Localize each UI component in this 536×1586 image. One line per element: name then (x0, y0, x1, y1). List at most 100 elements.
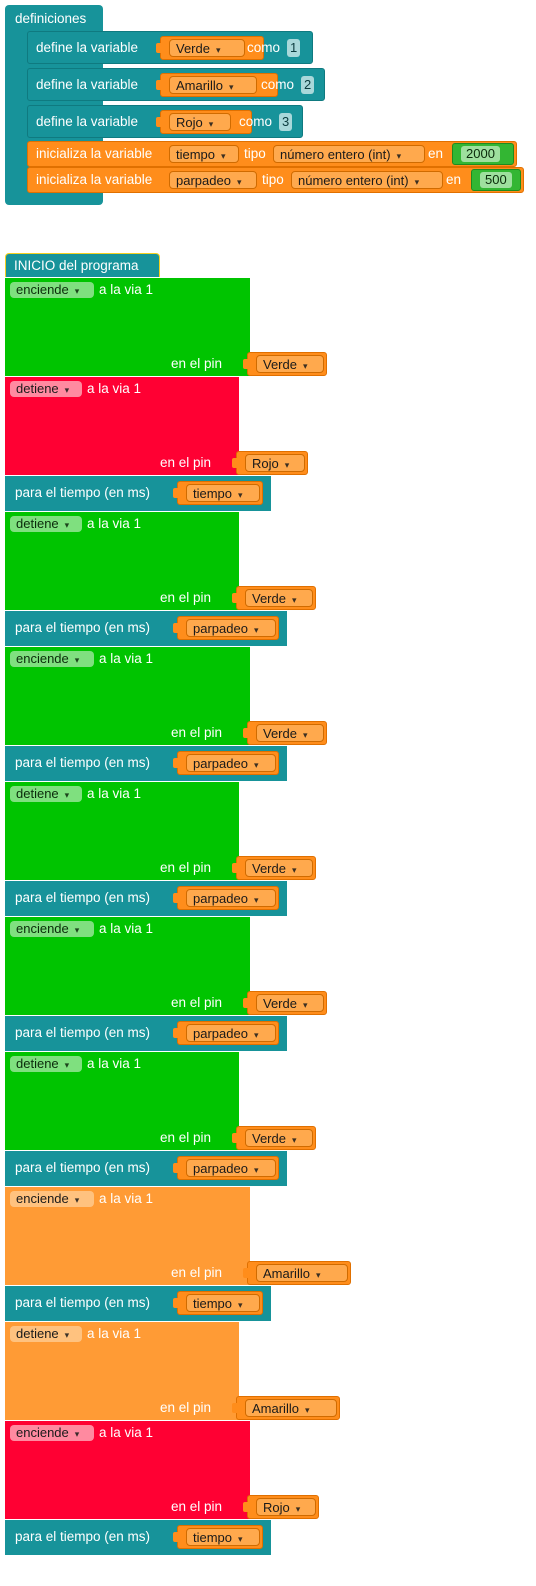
action-dropdown[interactable]: enciende ▾ (10, 1191, 94, 1207)
value-field[interactable]: 3 (279, 113, 293, 131)
chevron-down-icon: ▾ (253, 760, 259, 770)
type-dropdown-tiempo[interactable]: número entero (int) ▾ (273, 145, 425, 163)
pin-slot: Verde ▾ (232, 1126, 316, 1150)
pin-dropdown[interactable]: Rojo ▾ (245, 454, 305, 472)
init-row-tiempo[interactable]: inicializa la variable tiempo ▾ tipo núme… (27, 141, 517, 167)
wait-variable-dropdown[interactable]: parpadeo ▾ (186, 754, 276, 772)
relay-block[interactable]: detiene ▾ a la via 1 en el pin (5, 782, 239, 880)
via-label: a la via 1 (87, 786, 142, 801)
chevron-down-icon: ▾ (414, 177, 420, 187)
type-dropdown-parpadeo[interactable]: número entero (int) ▾ (291, 171, 443, 189)
wait-label: para el tiempo (en ms) (15, 1295, 151, 1310)
pin-dropdown[interactable]: Verde ▾ (245, 1129, 313, 1147)
program-header[interactable]: INICIO del programa (5, 253, 160, 277)
chevron-down-icon: ▾ (74, 1195, 80, 1205)
chevron-down-icon: ▾ (236, 177, 242, 187)
pin-dropdown[interactable]: Verde ▾ (256, 355, 324, 373)
wait-block[interactable]: para el tiempo (en ms) tiempo ▾ (5, 1286, 271, 1321)
wait-variable-dropdown[interactable]: parpadeo ▾ (186, 1159, 276, 1177)
number-input-tiempo[interactable]: 2000 (452, 143, 514, 165)
via-label: a la via 1 (99, 1191, 154, 1206)
pin-dropdown[interactable]: Verde ▾ (256, 724, 324, 742)
wait-block[interactable]: para el tiempo (en ms) parpadeo ▾ (5, 1151, 287, 1186)
wait-block[interactable]: para el tiempo (en ms) tiempo ▾ (5, 1520, 271, 1555)
pin-slot: Rojo ▾ (232, 451, 308, 475)
wait-label: para el tiempo (en ms) (15, 1025, 151, 1040)
wait-block[interactable]: para el tiempo (en ms) parpadeo ▾ (5, 746, 287, 781)
relay-block[interactable]: detiene ▾ a la via 1 en el pin (5, 377, 239, 475)
variable-dropdown-tiempo[interactable]: tiempo ▾ (169, 145, 239, 163)
chevron-down-icon: ▾ (64, 385, 70, 395)
chevron-down-icon: ▾ (221, 151, 226, 161)
relay-block[interactable]: detiene ▾ a la via 1 en el pin (5, 1052, 239, 1150)
define-row-verde[interactable]: define la variable Verde ▾ como 1 (27, 31, 313, 64)
definitions-header: definiciones (15, 11, 87, 26)
pin-dropdown[interactable]: Verde ▾ (245, 859, 313, 877)
chevron-down-icon: ▾ (74, 1429, 80, 1439)
wait-label: para el tiempo (en ms) (15, 890, 151, 905)
number-input-parpadeo[interactable]: 500 (471, 169, 521, 191)
value-field[interactable]: 1 (287, 39, 301, 57)
variable-dropdown-parpadeo[interactable]: parpadeo ▾ (169, 171, 257, 189)
wait-variable-dropdown[interactable]: tiempo ▾ (186, 1294, 260, 1312)
relay-block[interactable]: enciende ▾ a la via 1 en el pin (5, 1421, 250, 1519)
chevron-down-icon: ▾ (291, 595, 297, 605)
action-dropdown[interactable]: detiene ▾ (10, 381, 82, 397)
pin-slot: Verde ▾ (243, 721, 327, 745)
action-dropdown[interactable]: detiene ▾ (10, 516, 82, 532)
action-dropdown[interactable]: enciende ▾ (10, 921, 94, 937)
pin-slot: Verde ▾ (243, 352, 327, 376)
wait-block[interactable]: para el tiempo (en ms) parpadeo ▾ (5, 1016, 287, 1051)
variable-dropdown-rojo[interactable]: Rojo ▾ (169, 113, 231, 131)
wait-var-slot: parpadeo ▾ (173, 886, 279, 910)
wait-variable-dropdown[interactable]: parpadeo ▾ (186, 1024, 276, 1042)
chevron-down-icon: ▾ (253, 625, 259, 635)
action-dropdown[interactable]: detiene ▾ (10, 1326, 82, 1342)
chevron-down-icon: ▾ (64, 790, 70, 800)
wait-label: para el tiempo (en ms) (15, 755, 151, 770)
wait-variable-dropdown[interactable]: tiempo ▾ (186, 1528, 260, 1546)
relay-block[interactable]: enciende ▾ a la via 1 en el pin (5, 1187, 250, 1285)
action-dropdown[interactable]: enciende ▾ (10, 282, 94, 298)
chevron-down-icon: ▾ (291, 1135, 297, 1145)
action-dropdown[interactable]: detiene ▾ (10, 786, 82, 802)
variable-dropdown-verde[interactable]: Verde ▾ (169, 39, 245, 57)
wait-variable-dropdown[interactable]: parpadeo ▾ (186, 619, 276, 637)
pin-dropdown[interactable]: Verde ▾ (245, 589, 313, 607)
chevron-down-icon: ▾ (396, 151, 402, 161)
action-dropdown[interactable]: detiene ▾ (10, 1056, 82, 1072)
variable-dropdown-amarillo[interactable]: Amarillo ▾ (169, 76, 257, 94)
via-label: a la via 1 (87, 1326, 142, 1341)
wait-block[interactable]: para el tiempo (en ms) tiempo ▾ (5, 476, 271, 511)
define-row-rojo[interactable]: define la variable Rojo ▾ como 3 (27, 105, 303, 138)
wait-var-slot: tiempo ▾ (173, 481, 263, 505)
wait-block[interactable]: para el tiempo (en ms) parpadeo ▾ (5, 611, 287, 646)
pin-dropdown[interactable]: Rojo ▾ (256, 1498, 316, 1516)
action-dropdown[interactable]: enciende ▾ (10, 651, 94, 667)
pin-slot: Rojo ▾ (243, 1495, 319, 1519)
relay-block[interactable]: enciende ▾ a la via 1 en el pin (5, 917, 250, 1015)
via-label: a la via 1 (87, 1056, 142, 1071)
relay-block[interactable]: detiene ▾ a la via 1 en el pin (5, 512, 239, 610)
chevron-down-icon: ▾ (304, 1405, 310, 1415)
define-row-amarillo[interactable]: define la variable Amarillo ▾ como 2 (27, 68, 325, 101)
pin-dropdown[interactable]: Verde ▾ (256, 994, 324, 1012)
pin-dropdown[interactable]: Amarillo ▾ (256, 1264, 348, 1282)
pin-label: en el pin (171, 995, 223, 1010)
pin-slot: Verde ▾ (243, 991, 327, 1015)
pin-dropdown[interactable]: Amarillo ▾ (245, 1399, 337, 1417)
wait-label: para el tiempo (en ms) (15, 1160, 151, 1175)
relay-block[interactable]: detiene ▾ a la via 1 en el pin (5, 1322, 239, 1420)
number-value[interactable]: 2000 (461, 146, 500, 162)
init-row-parpadeo[interactable]: inicializa la variable parpadeo ▾ tipo nú… (27, 167, 524, 193)
value-field[interactable]: 2 (301, 76, 315, 94)
relay-block[interactable]: enciende ▾ a la via 1 en el pin (5, 647, 250, 745)
number-value[interactable]: 500 (480, 172, 512, 188)
wait-var-slot: parpadeo ▾ (173, 751, 279, 775)
chevron-down-icon: ▾ (302, 361, 308, 371)
relay-block[interactable]: enciende ▾ a la via 1 en el pin (5, 278, 250, 376)
action-dropdown[interactable]: enciende ▾ (10, 1425, 94, 1441)
wait-variable-dropdown[interactable]: parpadeo ▾ (186, 889, 276, 907)
wait-block[interactable]: para el tiempo (en ms) parpadeo ▾ (5, 881, 287, 916)
wait-variable-dropdown[interactable]: tiempo ▾ (186, 484, 260, 502)
